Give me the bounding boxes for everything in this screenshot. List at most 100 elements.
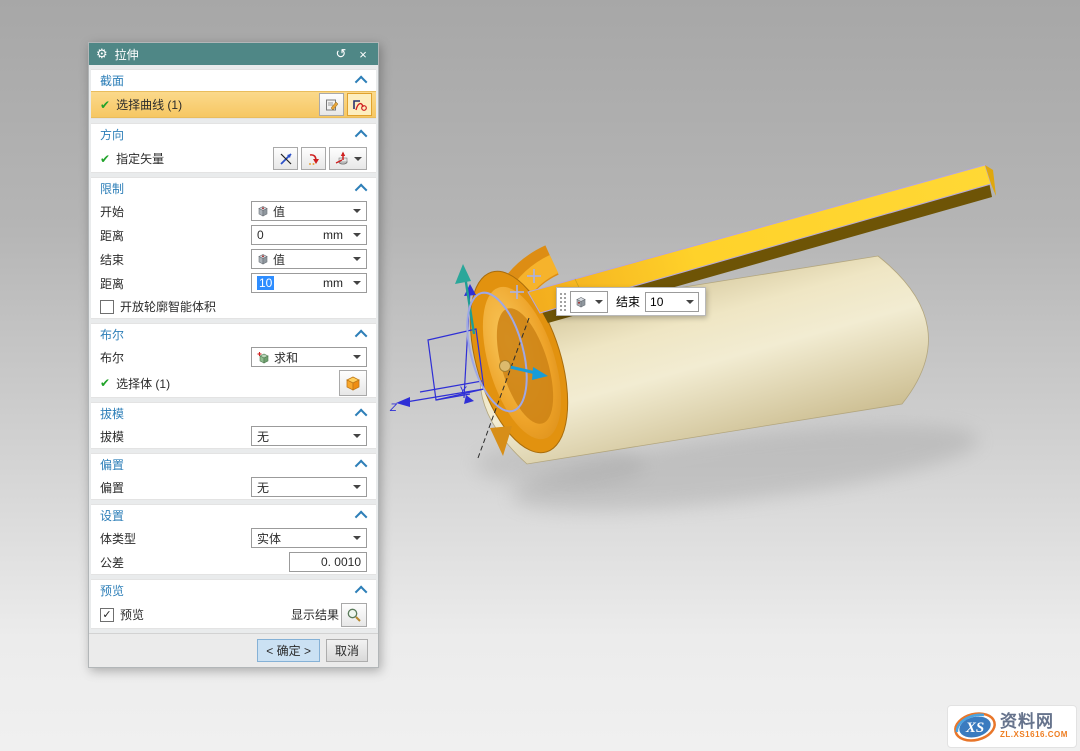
y-axis-label: Y: [459, 385, 467, 397]
section-group-header[interactable]: 截面: [91, 70, 376, 91]
tolerance-row: 公差 0. 0010: [91, 550, 376, 574]
start-distance-row: 距离 0 mm: [91, 223, 376, 247]
collapse-chevron-icon[interactable]: [355, 76, 368, 89]
section-group-title: 截面: [100, 72, 124, 89]
unite-icon: [257, 351, 270, 364]
watermark-site-name: 资料网: [1000, 714, 1054, 730]
cube-icon: [575, 296, 587, 308]
drag-handle-ball[interactable]: [500, 361, 511, 372]
collapse-chevron-icon[interactable]: [355, 511, 368, 524]
application-window: { "dialog": { "title": "拉伸", "titlebar_i…: [0, 0, 1080, 751]
reset-button[interactable]: ↺: [333, 46, 349, 62]
z-axis-label: Z: [389, 402, 398, 414]
curve-profile-icon: [352, 97, 368, 113]
collapse-chevron-icon[interactable]: [355, 184, 368, 197]
direction-group: 方向 ✔ 指定矢量: [91, 123, 376, 173]
inferred-vector-button[interactable]: [301, 147, 326, 170]
end-mode-mini-dropdown[interactable]: [570, 291, 608, 313]
gear-icon: ⚙: [96, 46, 108, 62]
end-distance-row: 距离 10 mm: [91, 271, 376, 295]
select-body-row[interactable]: ✔ 选择体 (1): [91, 369, 376, 397]
body-type-dropdown[interactable]: 实体: [251, 528, 367, 548]
end-mode-value: 值: [273, 251, 349, 268]
watermark-logo-icon: XS: [952, 708, 998, 746]
end-distance-input[interactable]: 10 mm: [251, 273, 367, 293]
solid-body-icon: [344, 374, 362, 392]
offset-row: 偏置 无: [91, 475, 376, 499]
dialog-title: 拉伸: [115, 46, 327, 63]
check-icon: ✔: [100, 98, 110, 112]
magnifier-icon: [346, 607, 362, 623]
collapse-chevron-icon[interactable]: [355, 586, 368, 599]
collapse-chevron-icon[interactable]: [355, 460, 368, 473]
cube-icon: [257, 253, 269, 265]
preview-checkbox[interactable]: ✓: [100, 608, 114, 622]
sketch-section-button[interactable]: [319, 93, 344, 116]
vector-method-dropdown-button[interactable]: [329, 147, 367, 170]
show-result-label: 显示结果: [291, 606, 339, 623]
tolerance-label: 公差: [100, 554, 289, 571]
start-distance-input[interactable]: 0 mm: [251, 225, 367, 245]
collapse-chevron-icon[interactable]: [355, 130, 368, 143]
start-mode-dropdown[interactable]: 值: [251, 201, 367, 221]
draft-dropdown[interactable]: 无: [251, 426, 367, 446]
settings-group-header[interactable]: 设置: [91, 505, 376, 526]
curve-select-button[interactable]: [347, 93, 372, 116]
open-profile-row: 开放轮廓智能体积: [91, 295, 376, 318]
two-point-vector-button[interactable]: [273, 147, 298, 170]
offset-group-header[interactable]: 偏置: [91, 454, 376, 475]
collapse-chevron-icon[interactable]: [355, 409, 368, 422]
boolean-group-header[interactable]: 布尔: [91, 324, 376, 345]
select-curve-row[interactable]: ✔ 选择曲线 (1): [91, 91, 376, 118]
direction-vector-arrowhead[interactable]: [455, 264, 471, 284]
caret-down-icon: [686, 300, 694, 304]
end-label: 结束: [100, 251, 251, 268]
direction-group-title: 方向: [100, 126, 124, 143]
svg-text:XS: XS: [965, 720, 984, 736]
boolean-group: 布尔 布尔 求和 ✔ 选择: [91, 323, 376, 398]
show-result-button[interactable]: [341, 603, 367, 627]
extrude-dialog: ⚙ 拉伸 ↺ × 截面 ✔ 选择曲线 (1): [88, 42, 379, 668]
preview-group-header[interactable]: 预览: [91, 580, 376, 601]
boolean-value: 求和: [274, 349, 349, 366]
draft-group: 拔模 拔模 无: [91, 402, 376, 449]
tolerance-input[interactable]: 0. 0010: [289, 552, 367, 572]
caret-down-icon: [353, 536, 361, 540]
preview-group: 预览 ✓ 预览 显示结果: [91, 579, 376, 629]
caret-down-icon: [353, 233, 361, 237]
start-mode-value: 值: [273, 203, 349, 220]
boolean-dropdown[interactable]: 求和: [251, 347, 367, 367]
dialog-footer: < 确定 > 取消: [89, 633, 378, 667]
dialog-titlebar[interactable]: ⚙ 拉伸 ↺ ×: [89, 43, 378, 65]
caret-down-icon: [353, 355, 361, 359]
sketch-page-icon: [325, 98, 339, 112]
caret-down-icon: [353, 257, 361, 261]
ok-button[interactable]: < 确定 >: [257, 639, 320, 662]
cube-icon: [257, 205, 269, 217]
onscreen-input-toolbar[interactable]: 结束 10: [556, 287, 706, 316]
select-body-button[interactable]: [339, 370, 367, 396]
toolbar-grip-handle[interactable]: [559, 292, 566, 311]
cancel-button[interactable]: 取消: [326, 639, 368, 662]
collapse-chevron-icon[interactable]: [355, 330, 368, 343]
mini-end-input[interactable]: 10: [645, 292, 699, 312]
specify-vector-label: 指定矢量: [116, 150, 270, 167]
end-mode-dropdown[interactable]: 值: [251, 249, 367, 269]
draft-group-header[interactable]: 拔模: [91, 403, 376, 424]
axis-vector-icon: [334, 151, 350, 166]
offset-value: 无: [257, 479, 349, 496]
body-type-value: 实体: [257, 530, 349, 547]
end-distance-unit: mm: [323, 276, 343, 290]
offset-dropdown[interactable]: 无: [251, 477, 367, 497]
z-axis-arrowhead: [396, 397, 410, 407]
open-profile-checkbox[interactable]: [100, 300, 114, 314]
settings-group: 设置 体类型 实体 公差 0. 0010: [91, 504, 376, 575]
boolean-row: 布尔 求和: [91, 345, 376, 369]
direction-group-header[interactable]: 方向: [91, 124, 376, 145]
draft-group-title: 拔模: [100, 405, 124, 422]
close-button[interactable]: ×: [355, 47, 371, 62]
limits-group-title: 限制: [100, 180, 124, 197]
limits-group-header[interactable]: 限制: [91, 178, 376, 199]
select-body-label: 选择体 (1): [116, 375, 336, 392]
caret-down-icon: [353, 485, 361, 489]
